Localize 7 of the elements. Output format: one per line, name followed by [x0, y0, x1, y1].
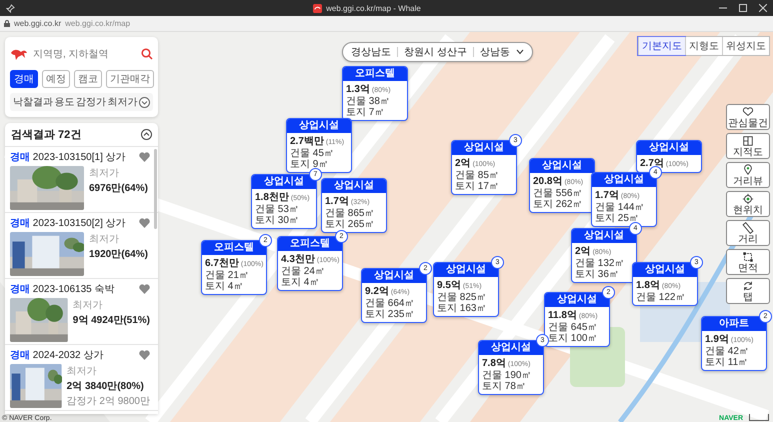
- address-domain[interactable]: web.ggi.co.kr: [14, 19, 62, 28]
- lock-icon: [4, 20, 10, 27]
- close-icon[interactable]: [759, 4, 767, 12]
- favicon-icon: [313, 4, 322, 12]
- maximize-icon[interactable]: [739, 4, 747, 12]
- window-title: web.ggi.co.kr/map - Whale: [326, 4, 421, 12]
- pin-icon[interactable]: [6, 4, 15, 12]
